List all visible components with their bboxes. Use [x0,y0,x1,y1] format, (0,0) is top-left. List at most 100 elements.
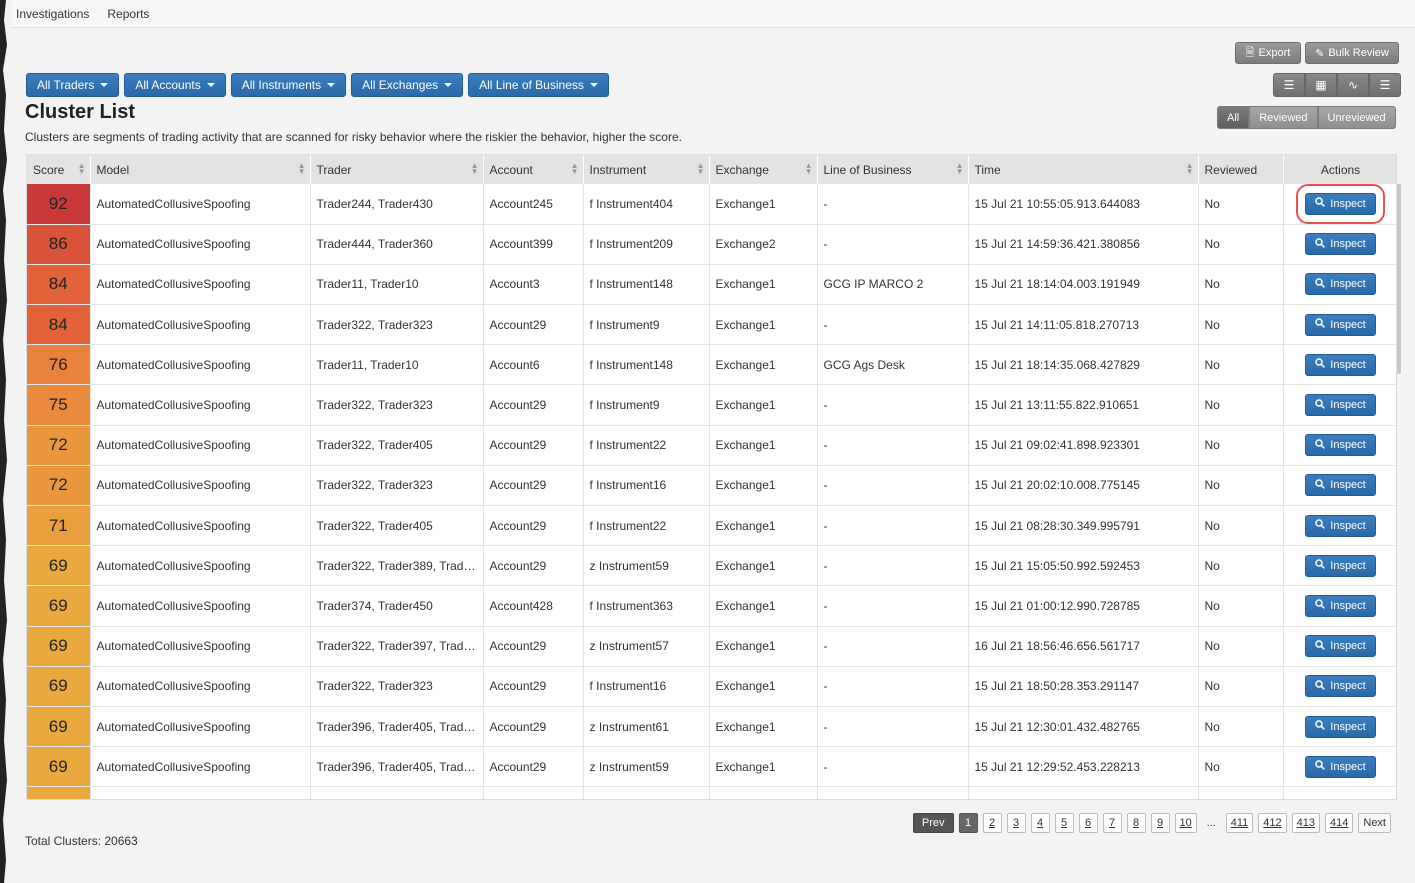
filter-traders[interactable]: All Traders [26,73,120,97]
next-page-button[interactable]: Next [1358,813,1391,833]
inspect-button[interactable]: Inspect [1305,273,1376,296]
inspect-button[interactable]: Inspect [1305,635,1376,658]
cell-account: Account399 [483,224,584,265]
filter-exchanges[interactable]: All Exchanges [351,73,464,97]
page-link[interactable]: 2 [982,813,1002,833]
filter-unreviewed[interactable]: Unreviewed [1317,106,1396,129]
inspect-button[interactable]: Inspect [1296,184,1385,224]
header-line-of-business[interactable]: Line of Business ▲ ▼ [817,155,969,184]
inspect-button[interactable]: Inspect [1305,233,1376,256]
header-instrument[interactable]: Instrument ▲ ▼ [583,155,710,184]
inspect-button[interactable]: Inspect [1305,675,1376,698]
cell-empty [583,786,710,799]
cell-time: 15 Jul 21 01:00:12.990.728785 [968,585,1199,627]
cell-instrument: f Instrument9 [583,384,710,426]
cell-account: Account245 [483,184,584,225]
page-link[interactable]: 411 [1225,813,1254,833]
cell-reviewed: No [1198,184,1284,225]
cell-trader: Trader396, Trader405, Trader… [310,706,484,748]
page-link[interactable]: 9 [1150,813,1170,833]
cell-exchange: Exchange1 [709,545,818,587]
page-link[interactable]: 412 [1258,813,1287,833]
page-link[interactable]: 8 [1126,813,1146,833]
filter-all[interactable]: All [1217,106,1250,129]
page-link[interactable]: 5 [1054,813,1074,833]
cell-actions: Inspect [1283,505,1396,547]
filter-line-of-business[interactable]: All Line of Business [468,73,609,97]
cell-reviewed: No [1198,746,1284,788]
inspect-label: Inspect [1330,599,1366,612]
inspect-button[interactable]: Inspect [1305,394,1376,417]
page-link[interactable]: 1 [958,813,978,833]
page-link[interactable]: 414 [1325,813,1354,833]
header-score[interactable]: Score ▲ ▼ [27,155,91,184]
caret-down-icon [589,83,598,87]
inspect-label: Inspect [1330,358,1366,371]
header-label: Time [974,162,1001,177]
filter-label: All Traders [37,78,95,92]
list-view-icon[interactable]: ☰ [1273,73,1305,97]
export-button[interactable]: 🗎 Export [1235,42,1301,64]
cell-line-of-business: GCG IP MARCO 2 [817,264,969,306]
cell-trader: Trader322, Trader405 [310,505,484,547]
inspect-button[interactable]: Inspect [1305,514,1376,537]
nav-investigations[interactable]: Investigations [16,7,89,21]
inspect-label: Inspect [1330,559,1366,572]
inspect-button[interactable]: Inspect [1305,715,1376,738]
header-exchange[interactable]: Exchange ▲ ▼ [709,155,818,184]
page-link[interactable]: 10 [1174,813,1197,833]
search-icon [1315,760,1326,773]
chart-view-icon[interactable]: ∿ [1337,73,1369,97]
inspect-button[interactable]: Inspect [1305,353,1376,376]
header-model[interactable]: Model ▲ ▼ [90,155,311,184]
cell-model: AutomatedCollusiveSpoofing [90,304,311,346]
inspect-button[interactable]: Inspect [1305,554,1376,577]
filter-reviewed[interactable]: Reviewed [1249,106,1318,129]
cell-line-of-business: - [817,666,969,707]
cell-time: 15 Jul 21 18:50:28.353.291147 [968,666,1199,707]
filter-instruments[interactable]: All Instruments [230,73,347,97]
cell-account: Account6 [483,344,584,386]
cell-time: 15 Jul 21 15:05:50.992.592453 [968,545,1199,587]
cell-reviewed: No [1198,545,1284,587]
cell-time: 15 Jul 21 12:29:52.453.228213 [968,746,1199,788]
inspect-button[interactable]: Inspect [1305,434,1376,457]
page-link[interactable]: 413 [1291,813,1321,833]
filter-accounts[interactable]: All Accounts [124,73,226,97]
nav-reports[interactable]: Reports [107,7,149,21]
table-row: 69 AutomatedCollusiveSpoofing Trader322, T… [27,545,1396,587]
cell-account: Account29 [483,425,584,466]
header-trader[interactable]: Trader ▲ ▼ [310,155,484,184]
inspect-label: Inspect [1330,318,1366,331]
cell-line-of-business: - [817,304,969,346]
header-account[interactable]: Account ▲ ▼ [483,155,584,184]
filter-label: All Instruments [241,78,322,92]
inspect-button[interactable]: Inspect [1305,474,1376,497]
inspect-button[interactable]: Inspect [1305,594,1376,617]
sort-icon: ▲ ▼ [570,161,579,176]
prev-page-button[interactable]: Prev [912,813,954,833]
cell-model: AutomatedCollusiveSpoofing [90,545,311,587]
page-title: Cluster List [25,101,136,123]
cluster-table-container: Score ▲ ▼ Model ▲ ▼ Trader ▲ ▼ Account ▲ ▼ Instr… [26,154,1397,800]
table-row: 69 AutomatedCollusiveSpoofing Trader396, T… [27,746,1396,788]
cell-account: Account29 [483,505,584,547]
cell-account: Account428 [483,585,584,627]
page-link[interactable]: 6 [1078,813,1098,833]
layers-icon[interactable]: ☰ [1369,73,1401,97]
cell-actions: Inspect [1283,304,1396,346]
page-link[interactable]: 4 [1030,813,1050,833]
grid-view-icon[interactable]: ▦ [1305,73,1337,97]
table-scrollbar[interactable] [1397,184,1401,374]
bulk-review-button[interactable]: ✎ Bulk Review [1305,42,1399,64]
cell-line-of-business: - [817,706,969,748]
cell-time: 15 Jul 21 14:11:05.818.270713 [968,304,1199,346]
header-label: Score [33,162,65,177]
cell-model: AutomatedCollusiveSpoofing [90,746,311,788]
page-link[interactable]: 7 [1102,813,1122,833]
inspect-button[interactable]: Inspect [1305,313,1376,336]
cell-actions: Inspect [1283,184,1396,225]
page-link[interactable]: 3 [1006,813,1026,833]
inspect-button[interactable]: Inspect [1305,755,1376,778]
header-time[interactable]: Time ▲ ▼ [968,155,1199,184]
